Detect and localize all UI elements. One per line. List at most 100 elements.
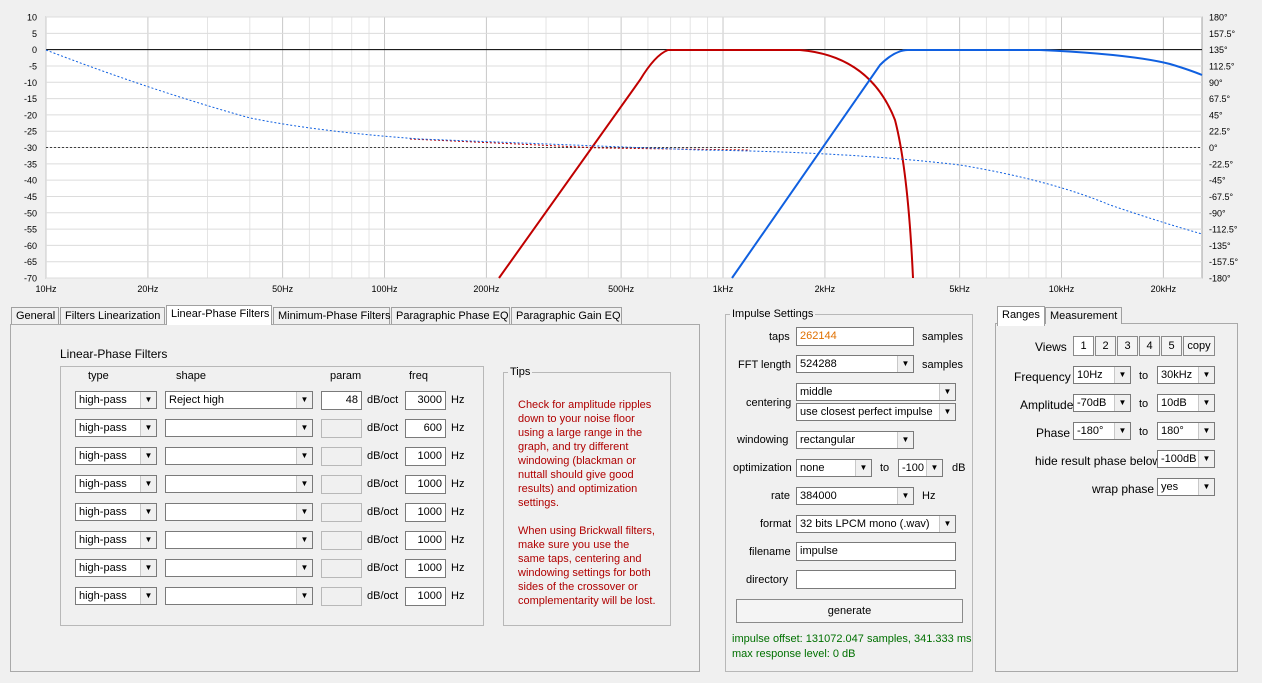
amplitude-to-select[interactable]: 10dB ▼ xyxy=(1157,394,1215,412)
filter-shape-select[interactable]: ▼ xyxy=(165,559,313,577)
frequency-to-select[interactable]: 30kHz ▼ xyxy=(1157,366,1215,384)
tips-line: graph, and try different xyxy=(518,441,629,453)
filter-type-select[interactable]: high-pass ▼ xyxy=(75,447,157,465)
optimization-db-select[interactable]: -100 ▼ xyxy=(898,459,943,477)
filter-shape-select[interactable]: ▼ xyxy=(165,503,313,521)
filter-shape-select[interactable]: ▼ xyxy=(165,587,313,605)
tab-paragraphic-gain-eq[interactable]: Paragraphic Gain EQ xyxy=(511,307,622,324)
filter-type-select[interactable]: high-pass ▼ xyxy=(75,559,157,577)
filter-param-input[interactable] xyxy=(321,419,362,438)
filter-freq-unit: Hz xyxy=(451,422,465,434)
view-button-1[interactable]: 1 xyxy=(1073,336,1094,356)
hide-phase-select[interactable]: -100dB ▼ xyxy=(1157,450,1215,468)
tips-line: down to your noise floor xyxy=(518,413,635,425)
filter-type-select[interactable]: high-pass ▼ xyxy=(75,503,157,521)
tab-general[interactable]: General xyxy=(11,307,59,324)
filter-param-input[interactable] xyxy=(321,447,362,466)
filter-freq-input[interactable]: 1000 xyxy=(405,587,446,606)
chevron-down-icon: ▼ xyxy=(1198,367,1214,383)
centering-select[interactable]: middle ▼ xyxy=(796,383,956,401)
chevron-down-icon: ▼ xyxy=(140,476,156,492)
tab-filters-linearization[interactable]: Filters Linearization xyxy=(60,307,165,324)
filter-freq-input[interactable]: 1000 xyxy=(405,559,446,578)
impulse-settings-title: Impulse Settings xyxy=(730,308,816,320)
y-axis-tick-label: -20 xyxy=(24,110,37,120)
filter-param-input[interactable] xyxy=(321,531,362,550)
view-button-5[interactable]: 5 xyxy=(1161,336,1182,356)
section-title: Linear-Phase Filters xyxy=(60,347,168,361)
tab-ranges[interactable]: Ranges xyxy=(997,306,1045,326)
tab-paragraphic-phase-eq[interactable]: Paragraphic Phase EQ xyxy=(391,307,510,324)
filter-param-input[interactable]: 48 xyxy=(321,391,362,410)
tab-linear-phase-filters[interactable]: Linear-Phase Filters xyxy=(166,305,272,325)
y-axis-tick-label: -25 xyxy=(24,127,37,137)
frequency-to-label: to xyxy=(1139,370,1149,382)
copy-view-button[interactable]: copy xyxy=(1183,336,1215,356)
chevron-down-icon: ▼ xyxy=(939,516,955,532)
chevron-down-icon: ▼ xyxy=(1114,367,1130,383)
wrap-phase-select[interactable]: yes ▼ xyxy=(1157,478,1215,496)
chevron-down-icon: ▼ xyxy=(296,504,312,520)
optimization-select[interactable]: none ▼ xyxy=(796,459,872,477)
filter-shape-select[interactable]: ▼ xyxy=(165,419,313,437)
filter-param-input[interactable] xyxy=(321,503,362,522)
directory-label: directory xyxy=(746,574,789,586)
filename-input[interactable]: impulse xyxy=(796,542,956,561)
frequency-from-select[interactable]: 10Hz ▼ xyxy=(1073,366,1131,384)
filter-freq-input[interactable]: 1000 xyxy=(405,503,446,522)
filter-type-select[interactable]: high-pass ▼ xyxy=(75,531,157,549)
chevron-down-icon: ▼ xyxy=(140,448,156,464)
centering-mode-select[interactable]: use closest perfect impulse ▼ xyxy=(796,403,956,421)
tab-measurement[interactable]: Measurement xyxy=(1045,307,1123,324)
filter-param-input[interactable] xyxy=(321,587,362,606)
filter-type-select[interactable]: high-pass ▼ xyxy=(75,587,157,605)
phase-axis-tick-label: -90° xyxy=(1209,208,1226,218)
windowing-select[interactable]: rectangular ▼ xyxy=(796,431,914,449)
generate-button[interactable]: generate xyxy=(736,599,963,623)
filter-shape-select[interactable]: Reject high ▼ xyxy=(165,391,313,409)
fft-length-select[interactable]: 524288 ▼ xyxy=(796,355,914,373)
phase-to-label: to xyxy=(1139,426,1149,438)
rate-unit: Hz xyxy=(922,490,936,502)
x-axis-tick-label: 200Hz xyxy=(473,284,500,294)
optimization-db-unit: dB xyxy=(952,462,966,474)
format-select[interactable]: 32 bits LPCM mono (.wav) ▼ xyxy=(796,515,956,533)
filter-freq-input[interactable]: 1000 xyxy=(405,447,446,466)
filter-type-select[interactable]: high-pass ▼ xyxy=(75,419,157,437)
filter-param-input[interactable] xyxy=(321,475,362,494)
filter-freq-input[interactable]: 600 xyxy=(405,419,446,438)
filter-shape-select[interactable]: ▼ xyxy=(165,475,313,493)
filter-type-select[interactable]: high-pass ▼ xyxy=(75,475,157,493)
amplitude-from-select[interactable]: -70dB ▼ xyxy=(1073,394,1131,412)
view-button-2[interactable]: 2 xyxy=(1095,336,1116,356)
taps-input[interactable]: 262144 xyxy=(796,327,914,346)
filter-param-input[interactable] xyxy=(321,559,362,578)
filter-freq-input[interactable]: 1000 xyxy=(405,475,446,494)
filter-freq-input[interactable]: 3000 xyxy=(405,391,446,410)
rate-select[interactable]: 384000 ▼ xyxy=(796,487,914,505)
view-button-4[interactable]: 4 xyxy=(1139,336,1160,356)
filter-freq-input[interactable]: 1000 xyxy=(405,531,446,550)
tips-line: complementarity will be lost. xyxy=(518,595,656,607)
header-type: type xyxy=(88,370,109,382)
phase-axis-tick-label: -180° xyxy=(1209,274,1231,284)
x-axis-tick-label: 2kHz xyxy=(815,284,836,294)
format-label: format xyxy=(760,518,792,530)
phase-to-select[interactable]: 180° ▼ xyxy=(1157,422,1215,440)
phase-from-select[interactable]: -180° ▼ xyxy=(1073,422,1131,440)
frequency-response-graph[interactable]: 10 5 0 -5 -10 -15 -20 -25 -30 -35 -40 -45 -50 -55 -60 -… xyxy=(0,0,1262,300)
y-axis-tick-label: -65 xyxy=(24,257,37,267)
view-button-3[interactable]: 3 xyxy=(1117,336,1138,356)
filter-shape-select[interactable]: ▼ xyxy=(165,531,313,549)
tips-paragraph-1: Check for amplitude ripples down to your … xyxy=(518,398,651,510)
phase-axis-tick-label: 45° xyxy=(1209,110,1223,120)
directory-input[interactable] xyxy=(796,570,956,589)
y-axis-tick-label: -60 xyxy=(24,241,37,251)
filter-shape-select[interactable]: ▼ xyxy=(165,447,313,465)
max-response-text: max response level: 0 dB xyxy=(732,648,856,660)
filter-type-select[interactable]: high-pass ▼ xyxy=(75,391,157,409)
views-label: Views xyxy=(1035,340,1067,354)
chevron-down-icon: ▼ xyxy=(140,420,156,436)
tab-minimum-phase-filters[interactable]: Minimum-Phase Filters xyxy=(273,307,390,324)
x-axis-tick-label: 5kHz xyxy=(949,284,970,294)
